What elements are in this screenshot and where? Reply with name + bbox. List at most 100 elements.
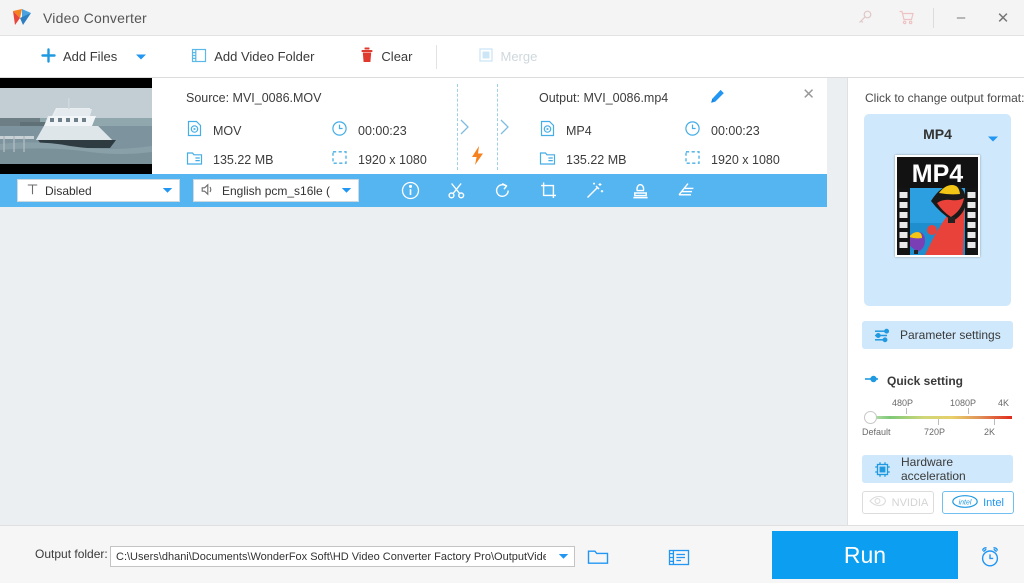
crop-icon[interactable] <box>539 181 558 200</box>
source-format: MOV <box>186 120 331 142</box>
key-icon[interactable] <box>843 0 885 36</box>
merge-button[interactable]: Merge <box>469 36 547 78</box>
video-thumbnail[interactable] <box>0 78 152 174</box>
output-row-1: MP4 00:00:23 <box>539 116 829 145</box>
output-pane: Output: MVI_0086.mp4 MP4 00:00:23 135.22… <box>505 78 827 174</box>
slider-label-default: Default <box>862 427 891 437</box>
trash-icon <box>360 47 374 66</box>
slider-label-1080p: 1080P <box>950 398 977 408</box>
remove-file-button[interactable]: ✕ <box>802 87 815 102</box>
svg-text:MP4: MP4 <box>912 160 964 188</box>
title-bar-controls: – ✕ <box>843 0 1024 36</box>
format-thumbnail: MP4 <box>895 155 980 257</box>
titlebar-divider <box>933 7 934 28</box>
divider-dashed-left <box>457 84 458 170</box>
clock-icon <box>684 120 701 142</box>
subtitle-select[interactable]: Disabled <box>17 179 180 202</box>
divider-dashed-right <box>497 84 498 170</box>
clear-label: Clear <box>381 49 413 64</box>
output-size-value: 135.22 MB <box>566 152 627 167</box>
cart-icon[interactable] <box>885 0 927 36</box>
rotate-icon[interactable] <box>493 181 512 200</box>
title-bar: Video Converter – ✕ <box>0 0 1024 36</box>
source-resolution-value: 1920 x 1080 <box>358 152 427 167</box>
clock-icon <box>331 120 348 142</box>
source-row-2: 135.22 MB 1920 x 1080 <box>186 145 476 174</box>
output-duration: 00:00:23 <box>684 120 829 142</box>
quick-setting-header: Quick setting <box>864 372 963 390</box>
speaker-icon <box>201 183 216 199</box>
chevron-down-icon[interactable] <box>341 180 352 201</box>
output-format-card[interactable]: MP4 MP4 <box>864 114 1011 306</box>
output-meta: MP4 00:00:23 135.22 MB 1920 x 1080 <box>539 116 829 174</box>
stamp-icon[interactable] <box>631 181 650 200</box>
source-duration-value: 00:00:23 <box>358 123 407 138</box>
info-icon[interactable] <box>401 181 420 200</box>
source-meta: MOV 00:00:23 135.22 MB 1920 x 1080 <box>186 116 476 174</box>
text-icon <box>26 183 39 199</box>
magic-wand-icon[interactable] <box>585 181 604 200</box>
output-resolution: 1920 x 1080 <box>684 149 829 171</box>
slider-track <box>870 416 1012 419</box>
parameter-settings-label: Parameter settings <box>900 328 1001 342</box>
merge-label: Merge <box>500 49 538 64</box>
video-file-icon <box>539 120 556 142</box>
close-button[interactable]: ✕ <box>982 0 1024 36</box>
minimize-button[interactable]: – <box>940 0 982 36</box>
format-hint: Click to change output format: <box>865 91 1024 105</box>
audio-track-value: English pcm_s16le ( <box>222 183 331 198</box>
gpu-options: NVIDIA intel Intel <box>862 491 1014 514</box>
slider-knob[interactable] <box>864 411 877 424</box>
run-button[interactable]: Run <box>772 531 958 579</box>
add-video-folder-button[interactable]: Add Video Folder <box>182 36 323 78</box>
source-pane: Source: MVI_0086.MOV MOV 00:00:23 135.22… <box>152 78 457 174</box>
lightning-bolt-icon <box>470 146 485 170</box>
clear-button[interactable]: Clear <box>351 36 421 78</box>
add-files-label: Add Files <box>63 49 118 64</box>
plus-icon <box>41 47 56 66</box>
quality-slider[interactable]: 480P 1080P 4K Default 720P 2K <box>862 398 1014 443</box>
source-row-1: MOV 00:00:23 <box>186 116 476 145</box>
open-output-folder-button[interactable] <box>586 546 610 568</box>
chevron-right-icon-1 <box>459 118 471 141</box>
output-folder-input[interactable]: C:\Users\dhani\Documents\WonderFox Soft\… <box>110 546 575 567</box>
chevron-down-icon[interactable] <box>558 547 569 566</box>
gpu-nvidia-button[interactable]: NVIDIA <box>862 491 934 514</box>
window-title: Video Converter <box>43 9 147 26</box>
output-folder-label: Output folder: <box>35 547 108 561</box>
svg-text:intel: intel <box>959 499 972 506</box>
add-files-button[interactable]: Add Files <box>32 36 126 78</box>
video-list-button[interactable] <box>667 546 691 568</box>
edit-pencil-icon[interactable] <box>710 89 725 109</box>
audio-track-select[interactable]: English pcm_s16le ( <box>193 179 359 202</box>
scissors-icon[interactable] <box>447 181 466 200</box>
add-files-dropdown-caret[interactable] <box>126 36 156 78</box>
source-size-value: 135.22 MB <box>213 152 274 167</box>
merge-icon <box>478 47 494 66</box>
main-toolbar: Add Files Add Video Folder Clear Merge <box>0 36 1024 78</box>
schedule-button[interactable] <box>975 542 1005 572</box>
add-video-folder-label: Add Video Folder <box>214 49 315 64</box>
folder-file-icon <box>186 149 203 171</box>
sliders-icon <box>874 328 890 343</box>
parameter-settings-button[interactable]: Parameter settings <box>862 321 1013 349</box>
subtitle-icon[interactable] <box>677 181 696 200</box>
video-folder-icon <box>191 48 207 66</box>
output-size: 135.22 MB <box>539 149 684 171</box>
slider-label-720p: 720P <box>924 427 946 437</box>
chevron-down-icon[interactable] <box>987 130 999 148</box>
subtitle-select-value: Disabled <box>45 183 92 198</box>
gpu-intel-label: Intel <box>983 496 1004 509</box>
gpu-intel-button[interactable]: intel Intel <box>942 491 1014 514</box>
output-format: MP4 <box>539 120 684 142</box>
folder-file-icon <box>539 149 556 171</box>
source-title: Source: MVI_0086.MOV <box>186 91 322 105</box>
quick-setting-icon <box>864 372 880 390</box>
slider-label-480p: 480P <box>892 398 914 408</box>
source-duration: 00:00:23 <box>331 120 476 142</box>
gpu-nvidia-label: NVIDIA <box>891 496 929 509</box>
hardware-acceleration-button[interactable]: Hardware acceleration <box>862 455 1013 483</box>
resolution-icon <box>684 149 701 171</box>
chevron-down-icon[interactable] <box>162 180 173 201</box>
edit-tool-icons <box>401 181 696 200</box>
